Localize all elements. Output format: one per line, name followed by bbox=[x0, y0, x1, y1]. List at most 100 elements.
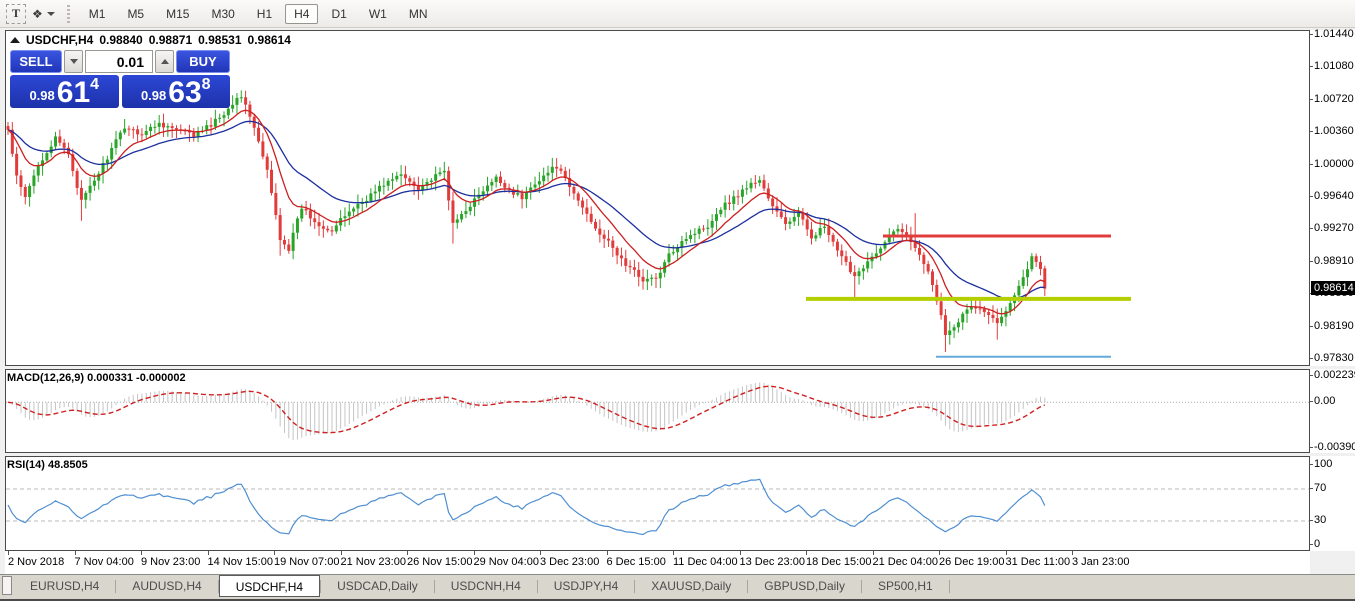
date-axis-label: 13 Dec 23:00 bbox=[740, 556, 805, 568]
chart-tab-usdcnh-h4[interactable]: USDCNH,H4 bbox=[435, 576, 537, 595]
triangle-down-icon bbox=[70, 59, 78, 64]
ohlc-close: 0.98614 bbox=[248, 33, 291, 47]
date-axis-label: 7 Nov 04:00 bbox=[75, 556, 134, 568]
date-axis-label: 26 Nov 15:00 bbox=[407, 556, 472, 568]
toolbar-grip[interactable] bbox=[67, 5, 70, 23]
price-axis-label: 0.98190 bbox=[1314, 320, 1354, 332]
chart-tab-usdjpy-h4[interactable]: USDJPY,H4 bbox=[538, 576, 634, 595]
macd-panel[interactable] bbox=[5, 369, 1310, 453]
chart-tab-gbpusd-daily[interactable]: GBPUSD,Daily bbox=[748, 576, 861, 595]
rsi-axis-label: 100 bbox=[1314, 458, 1332, 470]
buy-price-big: 63 bbox=[168, 80, 201, 106]
lot-size-input[interactable]: 0.01 bbox=[85, 50, 153, 73]
sell-price-display[interactable]: 0.98 61 4 bbox=[10, 75, 119, 108]
sell-price-big: 61 bbox=[57, 80, 90, 106]
date-axis-label: 14 Nov 15:00 bbox=[208, 556, 273, 568]
chart-tabs-bar: EURUSD,H4AUDUSD,H4USDCHF,H4USDCAD,DailyU… bbox=[0, 574, 1355, 601]
chart-tab-sp500-h1[interactable]: SP500,H1 bbox=[862, 576, 949, 595]
rsi-label: RSI(14) 48.8505 bbox=[7, 459, 88, 471]
date-axis-label: 31 Dec 11:00 bbox=[1006, 556, 1071, 568]
price-axis-label: 0.99270 bbox=[1314, 222, 1354, 234]
date-axis-label: 19 Nov 07:00 bbox=[274, 556, 339, 568]
macd-axis-label: 0.00 bbox=[1314, 395, 1335, 407]
timeframe-m5[interactable]: M5 bbox=[118, 4, 153, 24]
macd-chart bbox=[6, 370, 1309, 452]
rsi-axis-label: 30 bbox=[1314, 514, 1326, 526]
tab-stub[interactable] bbox=[2, 576, 12, 595]
date-axis-label: 9 Nov 23:00 bbox=[141, 556, 200, 568]
date-axis-label: 6 Dec 15:00 bbox=[607, 556, 666, 568]
chevron-down-icon bbox=[47, 12, 55, 16]
timeframe-h1[interactable]: H1 bbox=[248, 4, 281, 24]
timeframe-m15[interactable]: M15 bbox=[157, 4, 198, 24]
rsi-value: 48.8505 bbox=[48, 459, 88, 471]
ohlc-low: 0.98531 bbox=[198, 33, 241, 47]
timeframe-m1[interactable]: M1 bbox=[80, 4, 115, 24]
one-click-trading-panel: SELL 0.01 BUY 0.98 61 4 0.98 63 8 bbox=[10, 50, 230, 108]
timeframe-d1[interactable]: D1 bbox=[322, 4, 355, 24]
date-axis-label: 3 Jan 23:00 bbox=[1072, 556, 1130, 568]
price-axis-label: 1.00360 bbox=[1314, 125, 1354, 137]
ohlc-high: 0.98871 bbox=[149, 33, 192, 47]
rsi-axis-label: 0 bbox=[1314, 538, 1320, 550]
macd-axis-label: -0.003901 bbox=[1314, 441, 1355, 453]
chart-tab-usdchf-h4[interactable]: USDCHF,H4 bbox=[219, 575, 320, 597]
symbol-label: USDCHF,H4 bbox=[26, 33, 93, 47]
collapse-trade-panel-icon[interactable] bbox=[10, 37, 20, 43]
timeframe-w1[interactable]: W1 bbox=[360, 4, 396, 24]
rsi-panel[interactable] bbox=[5, 456, 1310, 551]
timeframe-m30[interactable]: M30 bbox=[202, 4, 243, 24]
price-axis-label: 1.01080 bbox=[1314, 60, 1354, 72]
buy-button[interactable]: BUY bbox=[176, 50, 230, 73]
date-axis-label: 3 Dec 23:00 bbox=[540, 556, 599, 568]
price-axis-label: 1.00000 bbox=[1314, 158, 1354, 170]
ohlc-open: 0.98840 bbox=[99, 33, 142, 47]
lot-increase-button[interactable] bbox=[155, 50, 174, 73]
date-axis-label: 2 Nov 2018 bbox=[8, 556, 64, 568]
date-axis-label: 21 Nov 23:00 bbox=[341, 556, 406, 568]
timeframe-h4[interactable]: H4 bbox=[285, 4, 318, 24]
toolbar: T ❖ M1M5M15M30H1H4D1W1MN bbox=[0, 0, 1355, 28]
macd-value-signal: -0.000002 bbox=[136, 372, 186, 384]
buy-price-sup: 8 bbox=[202, 76, 211, 94]
timeframe-mn[interactable]: MN bbox=[400, 4, 437, 24]
macd-axis-label: 0.002239 bbox=[1314, 369, 1355, 381]
sell-price-prefix: 0.98 bbox=[29, 88, 54, 103]
price-axis[interactable]: 1.014401.010801.007201.003601.000000.996… bbox=[1310, 30, 1355, 366]
sell-price-sup: 4 bbox=[90, 76, 99, 94]
rsi-chart bbox=[6, 457, 1309, 550]
rsi-axis-label: 70 bbox=[1314, 482, 1326, 494]
triangle-up-icon bbox=[161, 59, 169, 64]
price-axis-label: 0.97830 bbox=[1314, 352, 1354, 364]
macd-value-main: 0.000331 bbox=[87, 372, 133, 384]
buy-price-prefix: 0.98 bbox=[141, 88, 166, 103]
chart-tab-audusd-h4[interactable]: AUDUSD,H4 bbox=[116, 576, 217, 595]
timeframe-group: M1M5M15M30H1H4D1W1MN bbox=[78, 0, 439, 28]
date-axis-label: 21 Dec 04:00 bbox=[873, 556, 938, 568]
price-axis-label: 0.98910 bbox=[1314, 255, 1354, 267]
price-axis-label: 1.00720 bbox=[1314, 93, 1354, 105]
current-price-tag: 0.98614 bbox=[1311, 281, 1355, 295]
chart-tab-eurusd-h4[interactable]: EURUSD,H4 bbox=[14, 576, 115, 595]
date-axis-label: 29 Nov 04:00 bbox=[474, 556, 539, 568]
date-axis-label: 11 Dec 04:00 bbox=[673, 556, 738, 568]
chart-tab-xauusd-daily[interactable]: XAUUSD,Daily bbox=[635, 576, 747, 595]
text-tool-button[interactable]: T bbox=[6, 4, 26, 24]
price-axis-label: 1.01440 bbox=[1314, 28, 1354, 40]
macd-axis: 0.002239 0.00 -0.003901 bbox=[1310, 369, 1355, 453]
date-axis-label: 18 Dec 15:00 bbox=[806, 556, 871, 568]
rsi-axis: 100 70 30 0 bbox=[1310, 456, 1355, 551]
chart-title: USDCHF,H4 0.98840 0.98871 0.98531 0.9861… bbox=[10, 33, 291, 47]
lot-decrease-button[interactable] bbox=[64, 50, 83, 73]
macd-label: MACD(12,26,9) 0.000331 -0.000002 bbox=[7, 372, 186, 384]
chart-tab-usdcad-daily[interactable]: USDCAD,Daily bbox=[321, 576, 434, 595]
indicators-button[interactable]: ❖ bbox=[32, 4, 55, 24]
buy-price-display[interactable]: 0.98 63 8 bbox=[122, 75, 231, 108]
date-axis-label: 26 Dec 19:00 bbox=[939, 556, 1004, 568]
tab-separator bbox=[949, 580, 950, 593]
date-axis[interactable]: 2 Nov 2018 7 Nov 04:00 9 Nov 23:00 14 Nov 1… bbox=[5, 551, 1310, 574]
mt4-window: T ❖ M1M5M15M30H1H4D1W1MN USDCHF,H4 0.988… bbox=[0, 0, 1355, 601]
indicators-icon: ❖ bbox=[32, 7, 43, 21]
text-tool-label: T bbox=[12, 6, 20, 21]
sell-button[interactable]: SELL bbox=[10, 50, 62, 73]
